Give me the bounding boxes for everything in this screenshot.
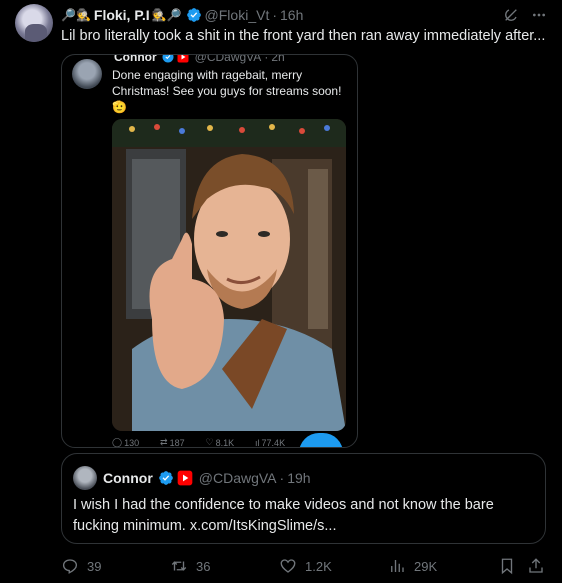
bookmark-icon — [501, 558, 513, 575]
embedded-avatar — [72, 59, 102, 89]
embedded-time: 2h — [271, 54, 285, 64]
repost-icon — [171, 561, 187, 571]
tweet-time[interactable]: 16h — [280, 7, 303, 23]
views-icon — [391, 560, 404, 572]
embedded-reposts: ⇄ 187 — [160, 437, 185, 448]
quoted-handle: @CDawgVA — [198, 470, 277, 486]
embedded-text: Done engaging with ragebait, merry Chris… — [112, 68, 342, 114]
reply-icon — [62, 559, 78, 574]
author-avatar[interactable] — [15, 4, 53, 42]
tweet[interactable]: 🔎🕵 Floki, P.I 🕵🔎 @Floki_Vt · 16h Lil bro… — [0, 0, 562, 583]
selfie-illustration — [112, 119, 346, 431]
embedded-likes-count: 8.1K — [215, 437, 235, 448]
bookmark-button[interactable] — [498, 556, 516, 576]
separator-dot: · — [272, 7, 278, 23]
repost-count: 36 — [196, 558, 211, 574]
embedded-replies-count: 130 — [124, 437, 140, 448]
separator-dot: · — [264, 54, 269, 64]
separator-dot: · — [279, 470, 285, 486]
tweet-text: Lil bro literally took a shit in the fro… — [61, 28, 546, 44]
embedded-views: ıl 77.4K — [255, 437, 286, 448]
embedded-header: Connor @CDawgVA · 2h — [112, 54, 285, 65]
action-bar: 39 36 1.2K 29K — [61, 556, 546, 576]
quoted-text: I wish I had the confidence to make vide… — [73, 497, 494, 534]
author-display-name[interactable]: Floki, P.I — [94, 7, 150, 23]
views-count: 29K — [414, 558, 438, 574]
selfie-photo — [112, 119, 346, 431]
grok-icon[interactable] — [502, 6, 520, 24]
name-prefix-emojis: 🔎🕵 — [61, 8, 91, 22]
quoted-display-name: Connor — [103, 470, 153, 486]
reply-button[interactable]: 39 — [61, 556, 101, 576]
embedded-views-count: 77.4K — [261, 437, 286, 448]
like-button[interactable]: 1.2K — [279, 556, 332, 576]
repost-button[interactable]: 36 — [170, 556, 210, 576]
verified-badge-icon — [186, 8, 201, 22]
verified-badge-icon — [162, 55, 174, 63]
embedded-reposts-count: 187 — [169, 437, 185, 448]
quoted-header: Connor @CDawgVA · 19h — [101, 467, 311, 489]
share-button[interactable] — [527, 556, 545, 576]
like-count: 1.2K — [305, 558, 332, 574]
quoted-avatar — [73, 466, 97, 490]
embedded-handle: @CDawgVA — [194, 54, 262, 64]
like-icon — [280, 559, 296, 573]
name-suffix-emojis: 🕵🔎 — [151, 8, 182, 22]
author-handle[interactable]: @Floki_Vt — [205, 7, 270, 23]
more-icon[interactable] — [530, 6, 548, 24]
embedded-display-name: Connor — [114, 54, 157, 64]
youtube-badge-icon — [177, 470, 193, 486]
share-icon — [529, 558, 543, 573]
tweet-header: 🔎🕵 Floki, P.I 🕵🔎 @Floki_Vt · 16h — [61, 5, 303, 25]
reply-count: 39 — [87, 558, 102, 574]
youtube-badge-icon — [177, 55, 189, 63]
embedded-post-screenshot[interactable]: Connor @CDawgVA · 2h Done engaging with … — [61, 54, 358, 448]
floating-compose-button — [299, 433, 343, 447]
embedded-replies: ◯ 130 — [112, 437, 140, 448]
quoted-post[interactable]: Connor @CDawgVA · 19h I wish I had the c… — [61, 453, 546, 544]
verified-badge-icon — [158, 471, 173, 485]
header-icons — [502, 6, 548, 24]
quoted-time: 19h — [287, 470, 311, 486]
embedded-likes: ♡ 8.1K — [205, 437, 235, 448]
views-button[interactable]: 29K — [388, 556, 437, 576]
